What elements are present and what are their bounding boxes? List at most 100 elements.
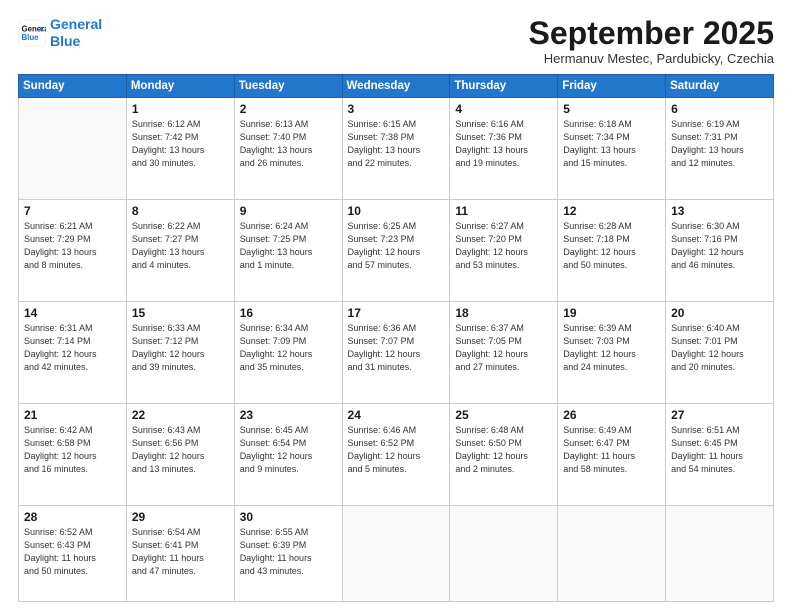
calendar-cell: 14 Sunrise: 6:31 AM Sunset: 7:14 PM Dayli…	[19, 302, 127, 404]
day-number: 5	[563, 102, 660, 116]
calendar-cell: 13 Sunrise: 6:30 AM Sunset: 7:16 PM Dayli…	[666, 200, 774, 302]
month-title: September 2025	[529, 16, 774, 51]
day-detail: Sunrise: 6:48 AM Sunset: 6:50 PM Dayligh…	[455, 424, 552, 476]
calendar-cell: 8 Sunrise: 6:22 AM Sunset: 7:27 PM Daylig…	[126, 200, 234, 302]
calendar-cell: 16 Sunrise: 6:34 AM Sunset: 7:09 PM Dayli…	[234, 302, 342, 404]
calendar-cell: 28 Sunrise: 6:52 AM Sunset: 6:43 PM Dayli…	[19, 506, 127, 602]
day-number: 19	[563, 306, 660, 320]
day-number: 4	[455, 102, 552, 116]
calendar-cell: 15 Sunrise: 6:33 AM Sunset: 7:12 PM Dayli…	[126, 302, 234, 404]
header: General Blue GeneralBlue September 2025 …	[18, 16, 774, 66]
calendar-cell: 1 Sunrise: 6:12 AM Sunset: 7:42 PM Daylig…	[126, 98, 234, 200]
calendar-cell: 3 Sunrise: 6:15 AM Sunset: 7:38 PM Daylig…	[342, 98, 450, 200]
weekday-header-friday: Friday	[558, 75, 666, 98]
day-number: 27	[671, 408, 768, 422]
calendar-cell: 11 Sunrise: 6:27 AM Sunset: 7:20 PM Dayli…	[450, 200, 558, 302]
day-number: 8	[132, 204, 229, 218]
subtitle: Hermanuv Mestec, Pardubicky, Czechia	[529, 51, 774, 66]
day-number: 16	[240, 306, 337, 320]
calendar-cell	[558, 506, 666, 602]
weekday-header-tuesday: Tuesday	[234, 75, 342, 98]
weekday-header-row: SundayMondayTuesdayWednesdayThursdayFrid…	[19, 75, 774, 98]
day-number: 7	[24, 204, 121, 218]
day-number: 9	[240, 204, 337, 218]
calendar-cell: 17Sunrise: 6:36 AM Sunset: 7:07 PM Dayli…	[342, 302, 450, 404]
day-detail: Sunrise: 6:54 AM Sunset: 6:41 PM Dayligh…	[132, 526, 229, 578]
svg-text:Blue: Blue	[22, 33, 40, 42]
calendar-cell	[666, 506, 774, 602]
day-detail: Sunrise: 6:43 AM Sunset: 6:56 PM Dayligh…	[132, 424, 229, 476]
day-number: 15	[132, 306, 229, 320]
week-row-2: 7 Sunrise: 6:21 AM Sunset: 7:29 PM Daylig…	[19, 200, 774, 302]
week-row-1: 1 Sunrise: 6:12 AM Sunset: 7:42 PM Daylig…	[19, 98, 774, 200]
calendar-cell: 30 Sunrise: 6:55 AM Sunset: 6:39 PM Dayli…	[234, 506, 342, 602]
calendar-cell: 7 Sunrise: 6:21 AM Sunset: 7:29 PM Daylig…	[19, 200, 127, 302]
day-detail: Sunrise: 6:33 AM Sunset: 7:12 PM Dayligh…	[132, 322, 229, 374]
day-number: 22	[132, 408, 229, 422]
day-detail: Sunrise: 6:25 AM Sunset: 7:23 PM Dayligh…	[348, 220, 445, 272]
day-number: 1	[132, 102, 229, 116]
weekday-header-sunday: Sunday	[19, 75, 127, 98]
calendar-cell: 23Sunrise: 6:45 AM Sunset: 6:54 PM Dayli…	[234, 404, 342, 506]
weekday-header-saturday: Saturday	[666, 75, 774, 98]
day-number: 30	[240, 510, 337, 524]
week-row-3: 14 Sunrise: 6:31 AM Sunset: 7:14 PM Dayli…	[19, 302, 774, 404]
calendar-cell: 29 Sunrise: 6:54 AM Sunset: 6:41 PM Dayli…	[126, 506, 234, 602]
week-row-5: 28 Sunrise: 6:52 AM Sunset: 6:43 PM Dayli…	[19, 506, 774, 602]
day-number: 28	[24, 510, 121, 524]
calendar-cell: 26 Sunrise: 6:49 AM Sunset: 6:47 PM Dayli…	[558, 404, 666, 506]
day-number: 21	[24, 408, 121, 422]
day-number: 26	[563, 408, 660, 422]
calendar-cell: 22 Sunrise: 6:43 AM Sunset: 6:56 PM Dayli…	[126, 404, 234, 506]
calendar-cell: 5 Sunrise: 6:18 AM Sunset: 7:34 PM Daylig…	[558, 98, 666, 200]
day-detail: Sunrise: 6:21 AM Sunset: 7:29 PM Dayligh…	[24, 220, 121, 272]
day-number: 20	[671, 306, 768, 320]
weekday-header-monday: Monday	[126, 75, 234, 98]
calendar-cell: 4 Sunrise: 6:16 AM Sunset: 7:36 PM Daylig…	[450, 98, 558, 200]
day-detail: Sunrise: 6:18 AM Sunset: 7:34 PM Dayligh…	[563, 118, 660, 170]
calendar-cell: 18 Sunrise: 6:37 AM Sunset: 7:05 PM Dayli…	[450, 302, 558, 404]
day-detail: Sunrise: 6:22 AM Sunset: 7:27 PM Dayligh…	[132, 220, 229, 272]
calendar-cell: 12 Sunrise: 6:28 AM Sunset: 7:18 PM Dayli…	[558, 200, 666, 302]
day-detail: Sunrise: 6:39 AM Sunset: 7:03 PM Dayligh…	[563, 322, 660, 374]
calendar-cell: 9Sunrise: 6:24 AM Sunset: 7:25 PM Daylig…	[234, 200, 342, 302]
day-number: 11	[455, 204, 552, 218]
day-number: 24	[348, 408, 445, 422]
logo-icon: General Blue	[18, 19, 46, 47]
day-detail: Sunrise: 6:27 AM Sunset: 7:20 PM Dayligh…	[455, 220, 552, 272]
day-detail: Sunrise: 6:19 AM Sunset: 7:31 PM Dayligh…	[671, 118, 768, 170]
logo-text: GeneralBlue	[50, 16, 102, 50]
day-detail: Sunrise: 6:28 AM Sunset: 7:18 PM Dayligh…	[563, 220, 660, 272]
day-detail: Sunrise: 6:37 AM Sunset: 7:05 PM Dayligh…	[455, 322, 552, 374]
calendar-cell: 19 Sunrise: 6:39 AM Sunset: 7:03 PM Dayli…	[558, 302, 666, 404]
day-detail: Sunrise: 6:55 AM Sunset: 6:39 PM Dayligh…	[240, 526, 337, 578]
day-detail: Sunrise: 6:12 AM Sunset: 7:42 PM Dayligh…	[132, 118, 229, 170]
calendar-cell: 27Sunrise: 6:51 AM Sunset: 6:45 PM Dayli…	[666, 404, 774, 506]
day-detail: Sunrise: 6:52 AM Sunset: 6:43 PM Dayligh…	[24, 526, 121, 578]
title-block: September 2025 Hermanuv Mestec, Pardubic…	[529, 16, 774, 66]
calendar-cell	[450, 506, 558, 602]
day-detail: Sunrise: 6:42 AM Sunset: 6:58 PM Dayligh…	[24, 424, 121, 476]
calendar-cell: 2Sunrise: 6:13 AM Sunset: 7:40 PM Daylig…	[234, 98, 342, 200]
day-detail: Sunrise: 6:46 AM Sunset: 6:52 PM Dayligh…	[348, 424, 445, 476]
day-detail: Sunrise: 6:36 AM Sunset: 7:07 PM Dayligh…	[348, 322, 445, 374]
day-detail: Sunrise: 6:34 AM Sunset: 7:09 PM Dayligh…	[240, 322, 337, 374]
day-number: 13	[671, 204, 768, 218]
calendar: SundayMondayTuesdayWednesdayThursdayFrid…	[18, 74, 774, 602]
calendar-cell: 21 Sunrise: 6:42 AM Sunset: 6:58 PM Dayli…	[19, 404, 127, 506]
day-number: 18	[455, 306, 552, 320]
day-number: 3	[348, 102, 445, 116]
day-number: 14	[24, 306, 121, 320]
day-detail: Sunrise: 6:49 AM Sunset: 6:47 PM Dayligh…	[563, 424, 660, 476]
day-number: 29	[132, 510, 229, 524]
day-number: 12	[563, 204, 660, 218]
weekday-header-thursday: Thursday	[450, 75, 558, 98]
day-detail: Sunrise: 6:30 AM Sunset: 7:16 PM Dayligh…	[671, 220, 768, 272]
day-number: 25	[455, 408, 552, 422]
day-detail: Sunrise: 6:31 AM Sunset: 7:14 PM Dayligh…	[24, 322, 121, 374]
calendar-cell: 24 Sunrise: 6:46 AM Sunset: 6:52 PM Dayli…	[342, 404, 450, 506]
day-detail: Sunrise: 6:15 AM Sunset: 7:38 PM Dayligh…	[348, 118, 445, 170]
calendar-cell	[19, 98, 127, 200]
day-number: 10	[348, 204, 445, 218]
day-detail: Sunrise: 6:16 AM Sunset: 7:36 PM Dayligh…	[455, 118, 552, 170]
